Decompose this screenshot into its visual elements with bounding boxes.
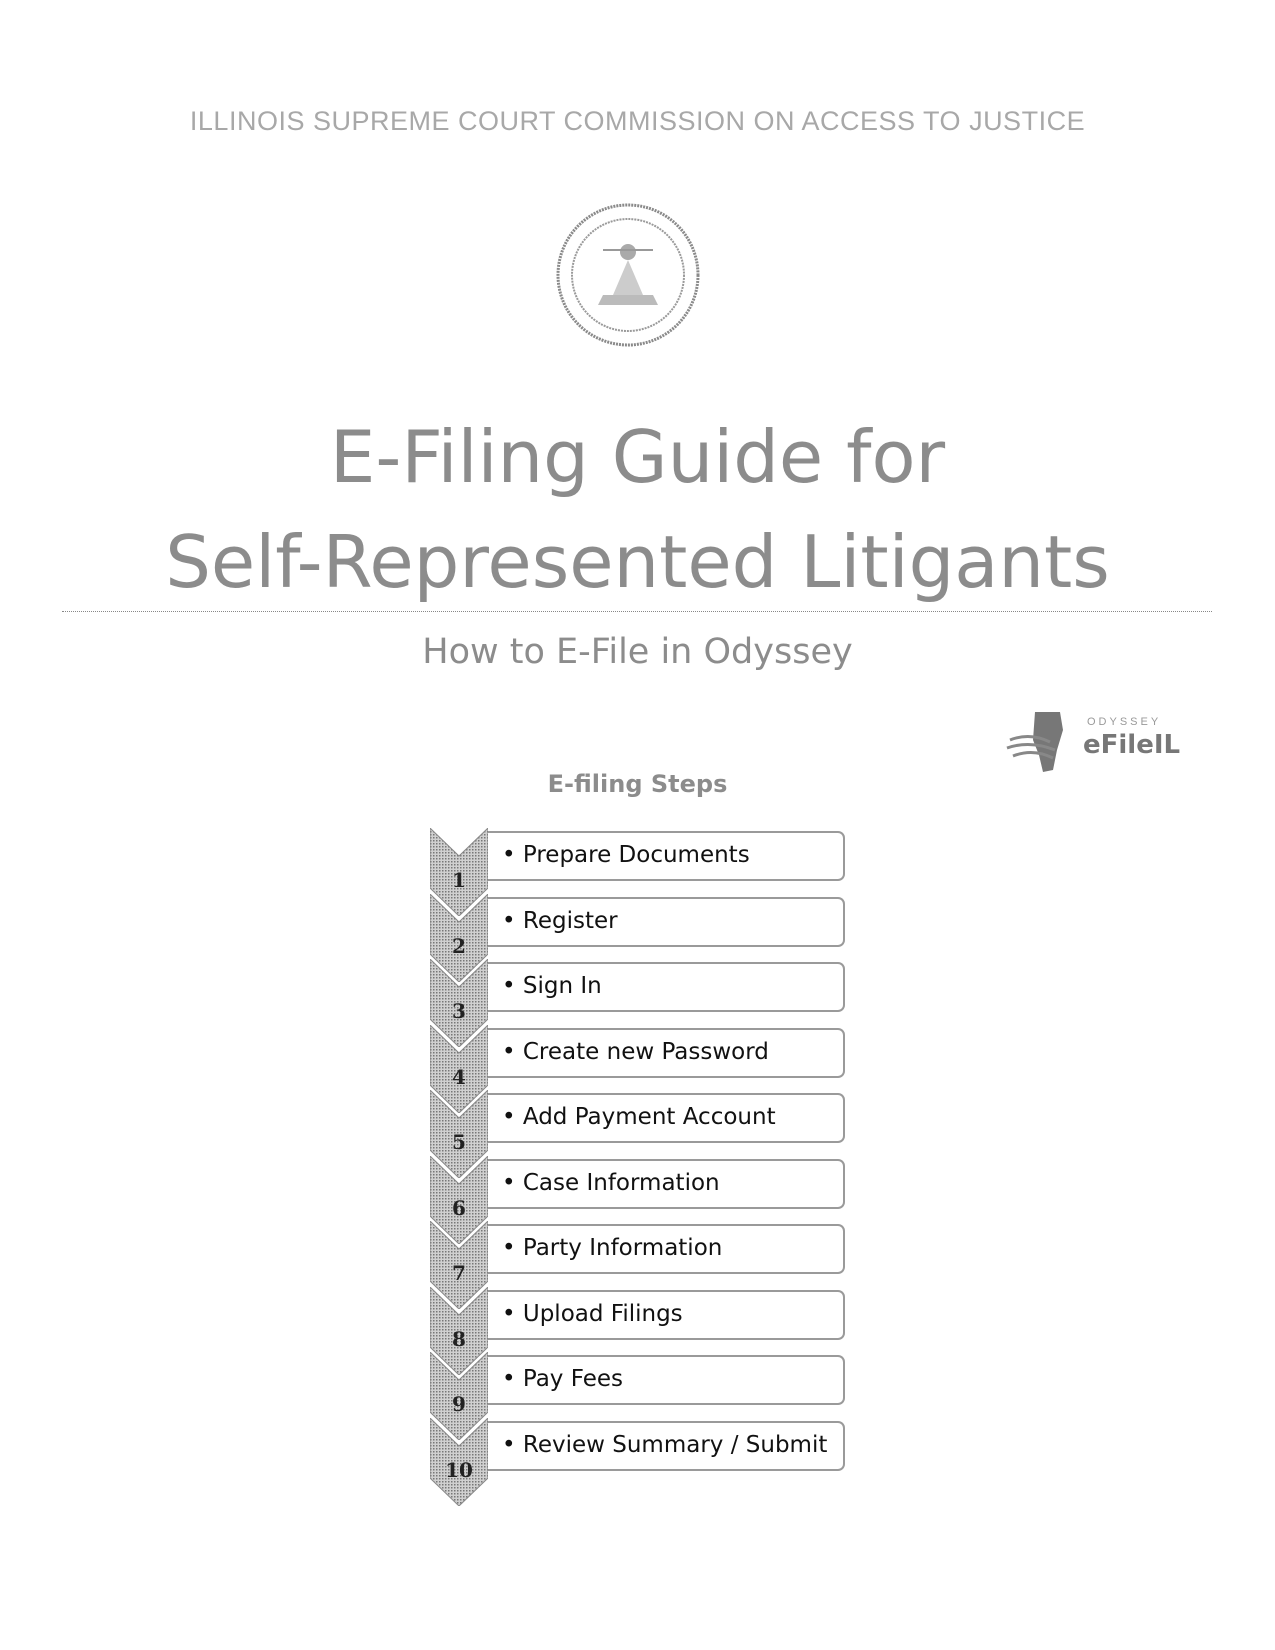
step-box: • Case Information: [488, 1158, 845, 1209]
step-label: • Case Information: [502, 1169, 720, 1196]
logo-brand-text: eFileIL: [1083, 730, 1181, 760]
step-box: • Register: [488, 896, 845, 947]
steps-heading: E-filing Steps: [547, 770, 728, 798]
step-number: 3: [452, 999, 466, 1023]
step-number: 5: [452, 1130, 466, 1154]
step-label: • Upload Filings: [502, 1300, 683, 1327]
step-item: 2 • Register: [430, 893, 850, 982]
step-number: 4: [452, 1064, 466, 1089]
step-number: 8: [452, 1326, 466, 1351]
step-number: 6: [452, 1195, 466, 1220]
step-item: 5 • Add Payment Account: [430, 1090, 850, 1178]
step-box: • Create new Password: [488, 1027, 845, 1078]
step-box: • Upload Filings: [488, 1289, 845, 1340]
step-item: 10 • Review Summary / Submit: [430, 1417, 850, 1506]
step-label: • Prepare Documents: [502, 842, 750, 868]
step-box: • Party Information: [488, 1224, 845, 1274]
step-label: • Review Summary / Submit: [502, 1431, 828, 1458]
step-number: 1: [452, 868, 466, 892]
step-number: 9: [452, 1392, 466, 1416]
title-line-1: E-Filing Guide for: [329, 415, 946, 499]
step-item: 3 • Sign In: [430, 959, 850, 1047]
step-item: 7 • Party Information: [430, 1221, 850, 1309]
step-box: • Sign In: [488, 962, 845, 1012]
step-label: • Add Payment Account: [502, 1104, 776, 1130]
step-item: 1 • Prepare Documents: [430, 828, 850, 916]
chevron-icon: 10: [430, 1417, 488, 1506]
step-item: 6 • Case Information: [430, 1155, 850, 1244]
step-box: • Prepare Documents: [488, 831, 845, 881]
step-number: 2: [452, 933, 466, 958]
subtitle: How to E-File in Odyssey: [422, 632, 853, 672]
step-number: 7: [452, 1261, 466, 1285]
title-line-2: Self-Represented Litigants: [165, 520, 1110, 604]
step-item: 9 • Pay Fees: [430, 1352, 850, 1440]
step-item: 8 • Upload Filings: [430, 1286, 850, 1375]
step-label: • Party Information: [502, 1235, 723, 1261]
step-box: • Pay Fees: [488, 1355, 845, 1405]
court-seal-icon: [553, 200, 703, 350]
organization-header: ILLINOIS SUPREME COURT COMMISSION ON ACC…: [189, 106, 1086, 136]
step-item: 4 • Create new Password: [430, 1024, 850, 1113]
step-label: • Pay Fees: [502, 1366, 623, 1392]
step-label: • Sign In: [502, 973, 602, 999]
steps-list: 1 • Prepare Documents 2 • Register 3 • Sign I…: [430, 828, 850, 1506]
step-box: • Review Summary / Submit: [488, 1420, 845, 1471]
step-number: 10: [445, 1457, 473, 1482]
step-label: • Register: [502, 907, 618, 934]
logo-odyssey-text: ODYSSEY: [1087, 716, 1162, 728]
step-label: • Create new Password: [502, 1038, 769, 1065]
step-box: • Add Payment Account: [488, 1093, 845, 1143]
title-divider: [62, 611, 1212, 612]
